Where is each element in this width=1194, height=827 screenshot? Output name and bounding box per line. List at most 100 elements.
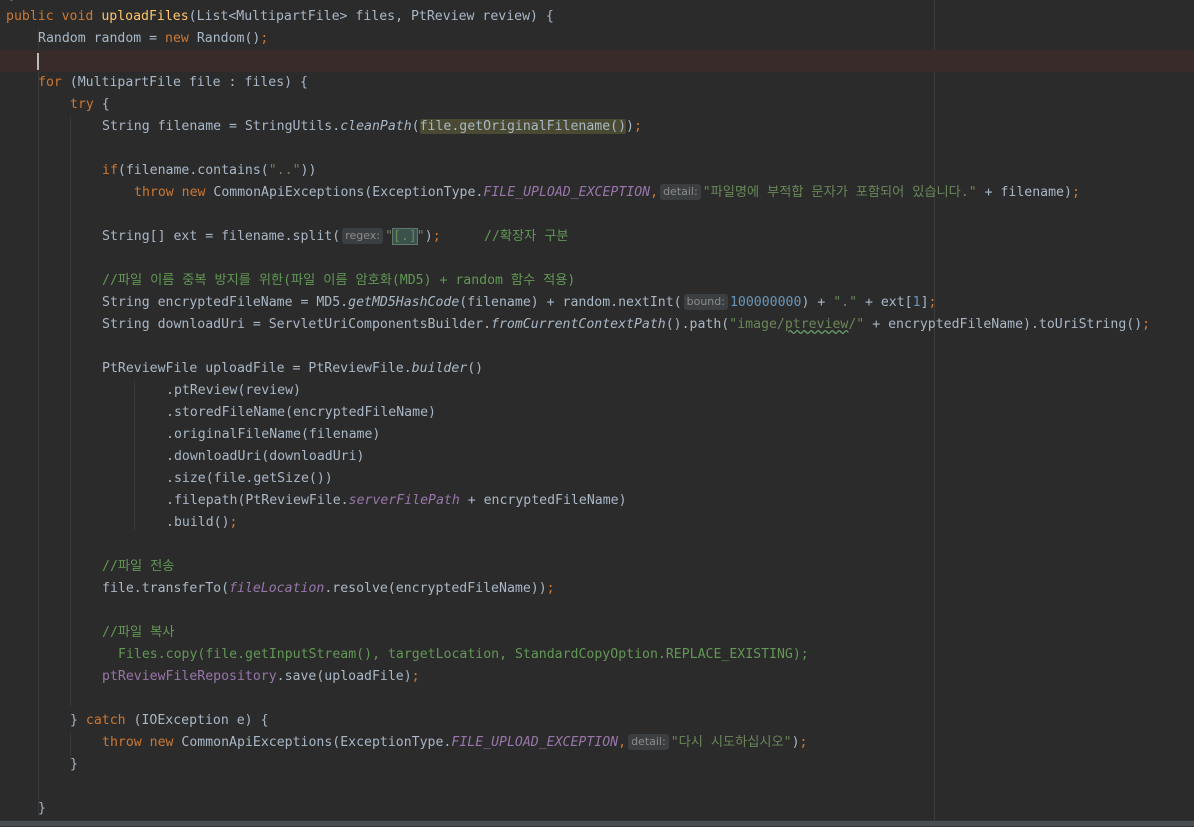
line-comment: //확장자 구분 xyxy=(484,229,569,244)
current-line[interactable] xyxy=(0,50,1194,72)
enum-constant: FILE_UPLOAD_EXCEPTION xyxy=(483,185,651,200)
line-comment: //파일 이름 중복 방지를 위한(파일 이름 암호화(MD5) + rando… xyxy=(102,273,576,288)
semicolon: ; xyxy=(1071,185,1080,200)
code-line[interactable]: .size(file.getSize()) xyxy=(0,468,1194,490)
code-segment: )) xyxy=(300,163,317,178)
code-segment: + ext[ xyxy=(857,295,913,310)
code-line[interactable]: .build(); xyxy=(0,512,1194,534)
code-line[interactable]: .originalFileName(filename) xyxy=(0,424,1194,446)
code-line[interactable]: .ptReview(review) xyxy=(0,380,1194,402)
code-segment: + filename) xyxy=(976,185,1072,200)
instance-field: ptReviewFileRepository xyxy=(102,669,277,684)
keyword: new xyxy=(181,185,206,200)
static-method: fromCurrentContextPath xyxy=(491,317,666,332)
code-segment: + encryptedFileName) xyxy=(459,493,627,508)
code-line[interactable]: } catch (IOException e) { xyxy=(0,710,1194,732)
code-text: .size(file.getSize()) xyxy=(166,471,333,486)
code-line[interactable]: file.transferTo(fileLocation.resolve(enc… xyxy=(0,578,1194,600)
code-line[interactable]: String downloadUri = ServletUriComponent… xyxy=(0,314,1194,336)
code-segment: String[] ext = filename.split( xyxy=(102,229,341,244)
commented-code: Files.copy(file.getInputStream(), target… xyxy=(118,647,809,662)
closing-brace: } xyxy=(38,801,46,816)
code-segment: Random random = xyxy=(38,31,166,46)
code-segment: () xyxy=(467,361,484,376)
code-line[interactable]: Files.copy(file.getInputStream(), target… xyxy=(0,644,1194,666)
code-segment: ) xyxy=(626,119,634,134)
code-text: .originalFileName(filename) xyxy=(166,427,381,442)
keyword: catch xyxy=(85,713,126,728)
code-line[interactable]: .filepath(PtReviewFile.serverFilePath + … xyxy=(0,490,1194,512)
code-line[interactable]: //파일 이름 중복 방지를 위한(파일 이름 암호화(MD5) + rando… xyxy=(0,270,1194,292)
semicolon: ; xyxy=(928,295,937,310)
code-text: .build(); xyxy=(166,512,237,534)
code-line[interactable]: for (MultipartFile file : files) { xyxy=(0,72,1194,94)
keyword: try xyxy=(70,97,94,112)
code-line[interactable]: PtReviewFile uploadFile = PtReviewFile.b… xyxy=(0,358,1194,380)
code-line[interactable]: public void uploadFiles(List<MultipartFi… xyxy=(0,6,1194,28)
code-line[interactable]: ptReviewFileRepository.save(uploadFile); xyxy=(0,666,1194,688)
parameter-hint: regex: xyxy=(342,228,384,244)
code-text: if(filename.contains("..")) xyxy=(102,160,316,182)
static-field: serverFilePath xyxy=(348,493,460,508)
code-text: for (MultipartFile file : files) { xyxy=(38,72,308,94)
code-text: String filename = StringUtils.cleanPath(… xyxy=(102,116,642,138)
code-line[interactable]: } xyxy=(0,754,1194,776)
code-segment: (filename.contains( xyxy=(117,163,269,178)
code-segment: + encryptedFileName).toUriString() xyxy=(864,317,1143,332)
parameter-hint: bound: xyxy=(683,294,728,310)
code-line[interactable]: Random random = new Random(); xyxy=(0,28,1194,50)
string-literal: " xyxy=(416,229,425,244)
code-segment: .build() xyxy=(166,515,230,530)
string-literal: ".." xyxy=(268,163,301,178)
code-segment: { xyxy=(93,97,110,112)
keyword: for xyxy=(38,75,62,90)
comma: , xyxy=(618,735,627,750)
semicolon: ; xyxy=(260,31,269,46)
comma: , xyxy=(650,185,659,200)
static-method: cleanPath xyxy=(340,119,412,134)
code-line[interactable]: if(filename.contains("..")) xyxy=(0,160,1194,182)
code-segment: (IOException e) { xyxy=(125,713,269,728)
code-segment: .resolve(encryptedFileName)) xyxy=(324,581,547,596)
typo-word: ptreview xyxy=(784,317,849,332)
scrollbar-thumb[interactable] xyxy=(0,821,1194,826)
code-text: .downloadUri(downloadUri) xyxy=(166,449,365,464)
keyword: if xyxy=(102,163,118,178)
code-text: String[] ext = filename.split(regex: "[.]… xyxy=(102,226,441,248)
closing-brace: } xyxy=(70,757,78,772)
code-line[interactable]: .downloadUri(downloadUri) xyxy=(0,446,1194,468)
code-line[interactable]: throw new CommonApiExceptions(ExceptionT… xyxy=(0,182,1194,204)
code-text: Random random = new Random(); xyxy=(38,28,268,50)
code-segment: .save(uploadFile) xyxy=(276,669,412,684)
enum-constant: FILE_UPLOAD_EXCEPTION xyxy=(451,735,619,750)
code-segment: String filename = StringUtils. xyxy=(102,119,341,134)
code-line[interactable]: try { xyxy=(0,94,1194,116)
string-literal: "." xyxy=(833,295,858,310)
string-literal: "다시 시도하십시오" xyxy=(670,735,792,750)
code-line[interactable]: String filename = StringUtils.cleanPath(… xyxy=(0,116,1194,138)
code-line[interactable]: String encryptedFileName = MD5.getMD5Has… xyxy=(0,292,1194,314)
text-caret xyxy=(37,53,39,70)
code-editor[interactable]: { public void uploadFiles(List<Multipart… xyxy=(0,0,1194,827)
code-line[interactable]: .storedFileName(encryptedFileName) xyxy=(0,402,1194,424)
keyword: void xyxy=(61,9,94,24)
code-line[interactable]: //파일 전송 xyxy=(0,556,1194,578)
code-text: PtReviewFile uploadFile = PtReviewFile.b… xyxy=(102,358,483,380)
code-segment: ) xyxy=(424,229,433,244)
semicolon: ; xyxy=(1142,317,1151,332)
method-name: uploadFiles xyxy=(101,9,189,24)
string-literal: "image/ xyxy=(729,317,785,332)
code-line[interactable]: String[] ext = filename.split(regex: "[.]… xyxy=(0,226,1194,248)
code-segment: PtReviewFile uploadFile = PtReviewFile. xyxy=(102,361,412,376)
keyword: new xyxy=(165,31,189,46)
keyword: public xyxy=(6,9,54,24)
parameter-hint: detail: xyxy=(660,184,701,200)
code-line[interactable]: throw new CommonApiExceptions(ExceptionT… xyxy=(0,732,1194,754)
static-method: builder xyxy=(411,361,468,376)
code-line[interactable]: } xyxy=(0,798,1194,820)
code-segment: String encryptedFileName = MD5. xyxy=(102,295,349,310)
code-line[interactable]: //파일 복사 xyxy=(0,622,1194,644)
number-literal: 1 xyxy=(912,295,921,310)
horizontal-scrollbar[interactable] xyxy=(0,820,1194,827)
string-literal: " xyxy=(385,229,393,244)
